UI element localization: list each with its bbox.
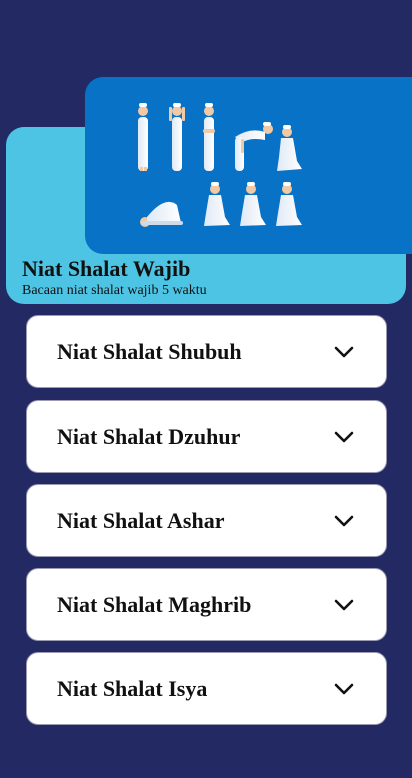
accordion-label: Niat Shalat Dzuhur — [57, 423, 241, 449]
accordion-shubuh[interactable]: Niat Shalat Shubuh — [26, 315, 387, 388]
figure-salam — [276, 182, 302, 226]
accordion-maghrib[interactable]: Niat Shalat Maghrib — [26, 568, 387, 641]
chevron-down-icon[interactable] — [332, 593, 356, 617]
figure-sitting-2 — [204, 182, 230, 226]
accordion-label: Niat Shalat Maghrib — [57, 591, 252, 617]
figure-standing-1 — [138, 103, 148, 171]
accordion-label: Niat Shalat Ashar — [57, 507, 225, 533]
chevron-down-icon[interactable] — [332, 425, 356, 449]
figure-ruku — [235, 122, 273, 171]
figure-takbir — [169, 103, 185, 171]
prayer-positions-image — [85, 77, 412, 254]
page-subtitle: Bacaan niat shalat wajib 5 waktu — [22, 283, 207, 298]
figure-sitting-1 — [277, 125, 302, 171]
accordion-label: Niat Shalat Shubuh — [57, 338, 242, 364]
accordion-ashar[interactable]: Niat Shalat Ashar — [26, 484, 387, 557]
accordion-dzuhur[interactable]: Niat Shalat Dzuhur — [26, 400, 387, 473]
chevron-down-icon[interactable] — [332, 509, 356, 533]
prayer-figures-illustration — [138, 103, 302, 227]
page-title: Niat Shalat Wajib — [22, 256, 191, 281]
accordion-isya[interactable]: Niat Shalat Isya — [26, 652, 387, 725]
chevron-down-icon[interactable] — [332, 340, 356, 364]
chevron-down-icon[interactable] — [332, 677, 356, 701]
accordion-label: Niat Shalat Isya — [57, 675, 208, 701]
figure-qiyam — [203, 103, 215, 171]
figure-sujud — [140, 201, 183, 227]
figure-sitting-3 — [240, 182, 266, 226]
